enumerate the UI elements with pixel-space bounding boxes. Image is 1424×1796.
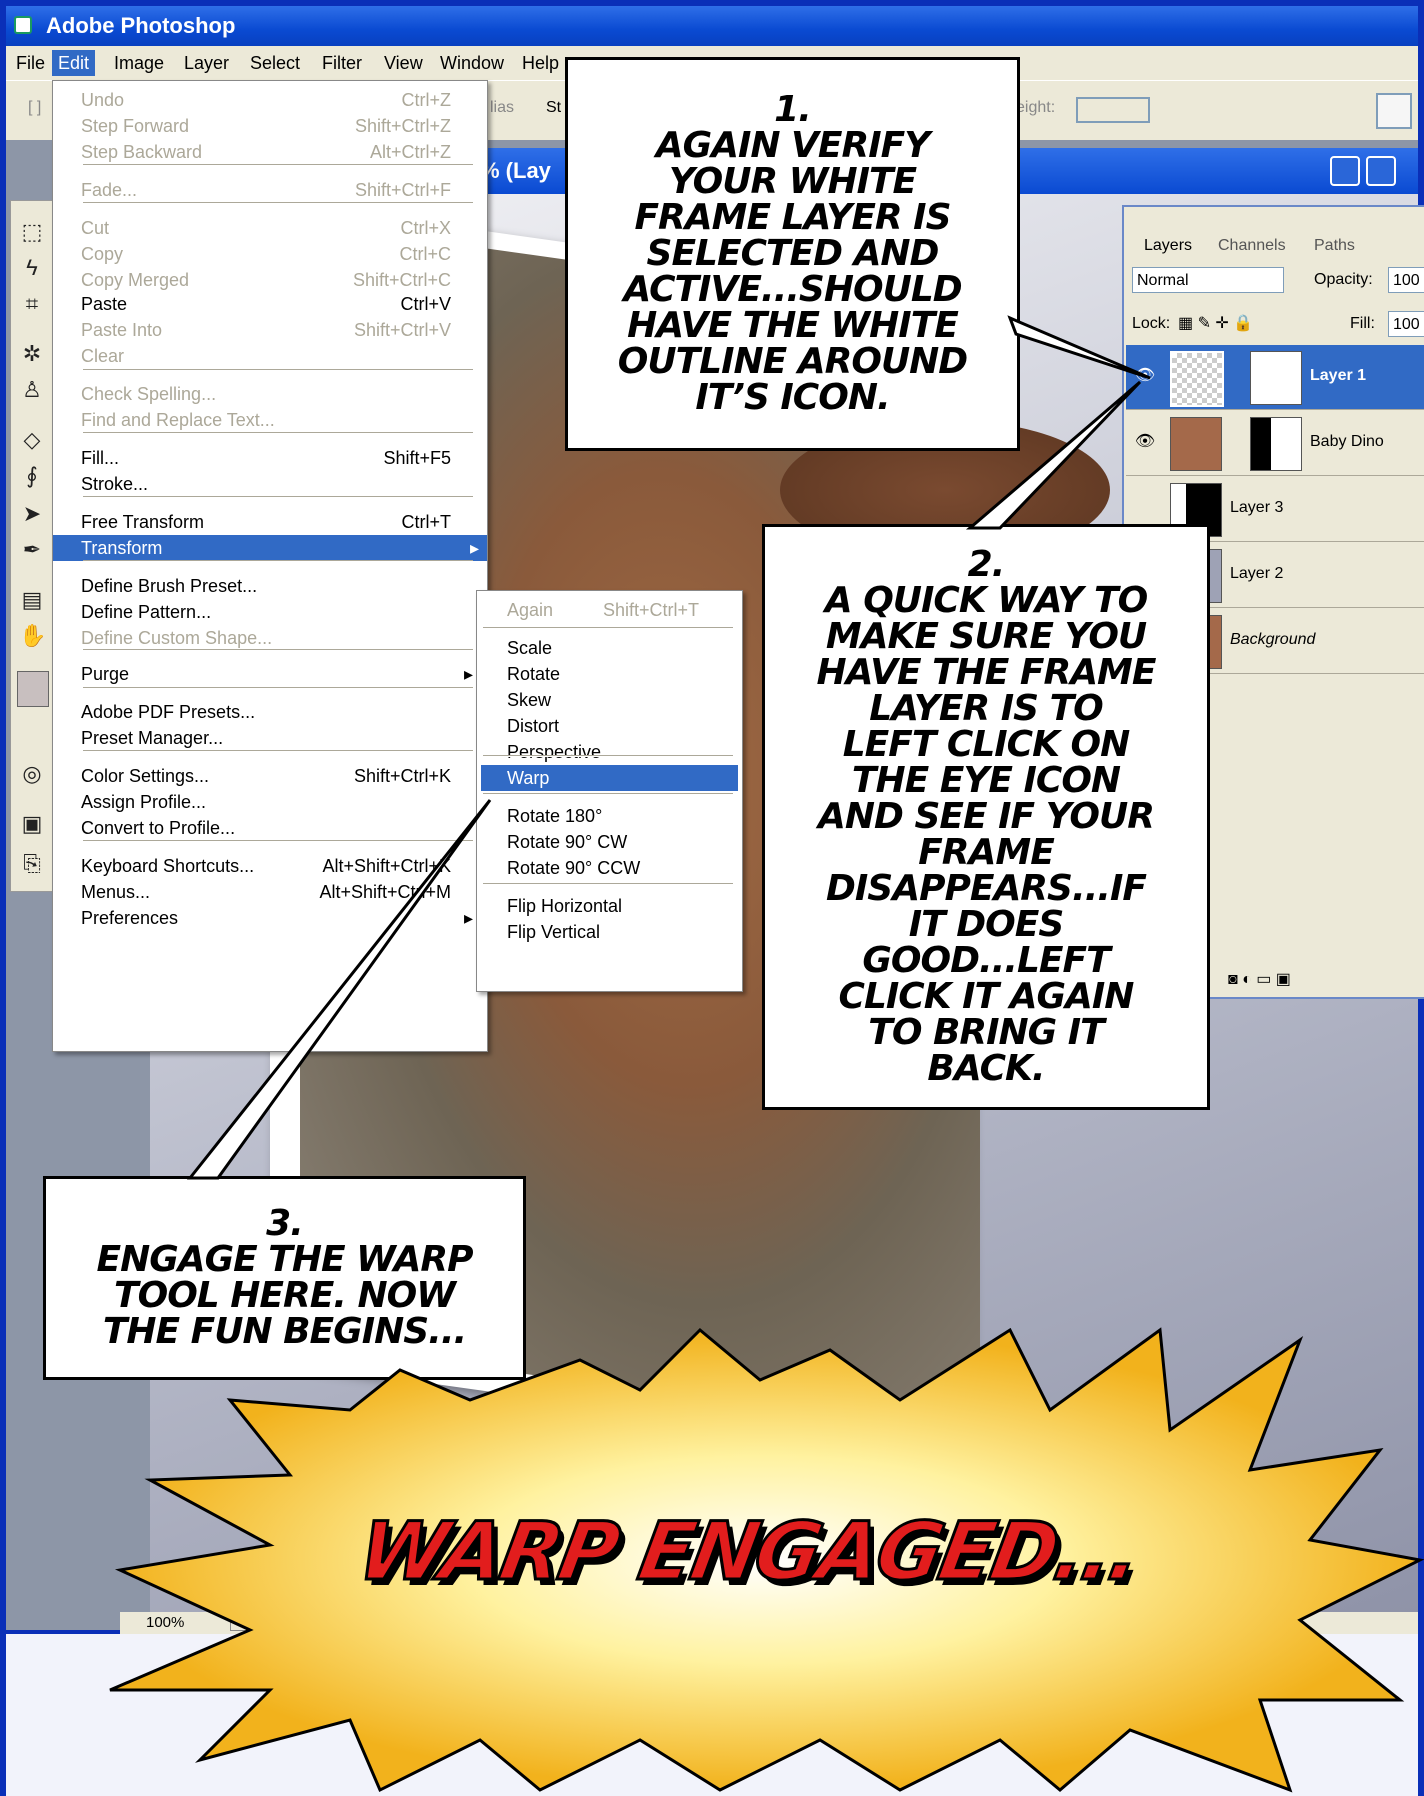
burst-text: Warp Engaged... [350,1504,1147,1600]
screenshot: Adobe Photoshop File Edit Image Layer Se… [0,0,1424,1796]
